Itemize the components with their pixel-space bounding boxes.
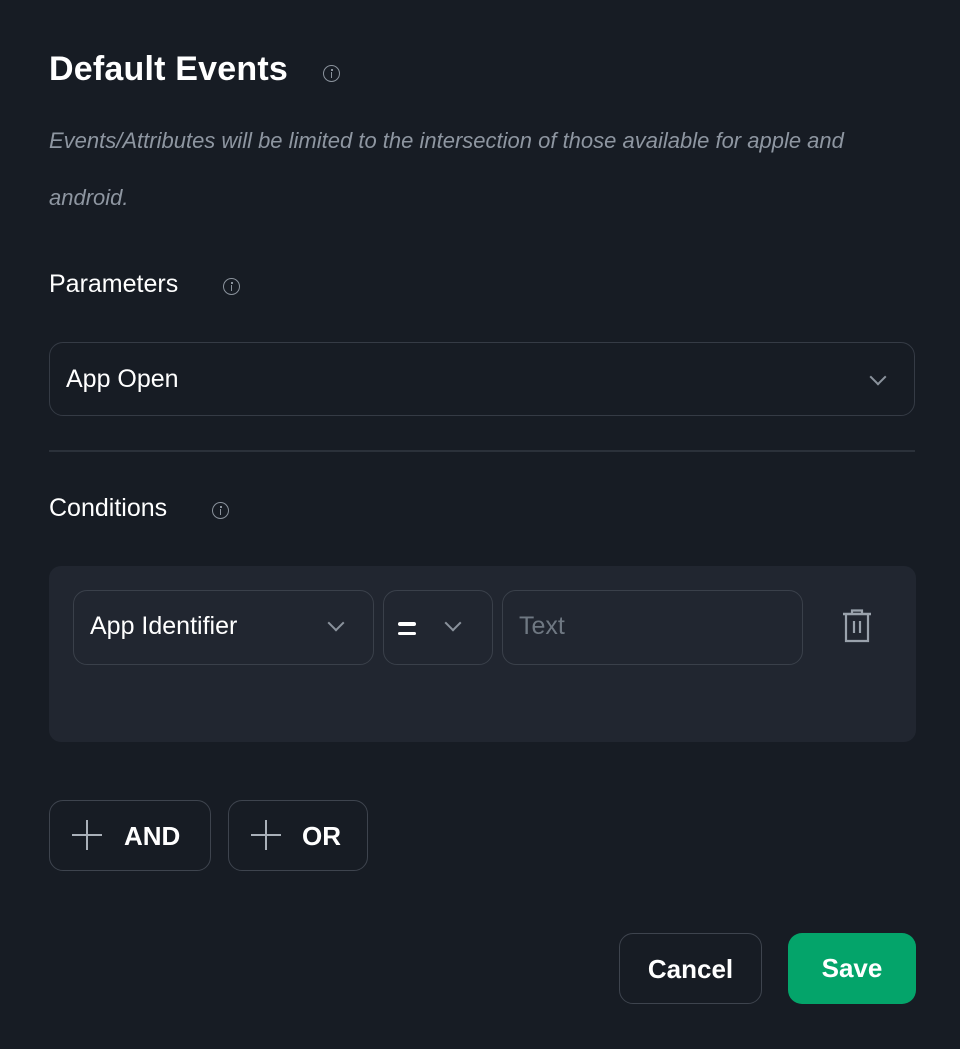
cancel-label: Cancel	[647, 954, 734, 984]
parameters-info-icon[interactable]	[223, 278, 240, 295]
add-and-button[interactable]: AND	[49, 800, 211, 871]
save-label: Save	[821, 953, 883, 983]
parameters-select[interactable]: App Open	[49, 342, 915, 416]
chevron-down-icon	[444, 614, 462, 632]
cancel-button[interactable]: Cancel	[619, 933, 762, 1004]
trash-icon[interactable]	[842, 609, 872, 643]
plus-icon	[251, 820, 281, 850]
title-info-icon[interactable]	[323, 65, 340, 82]
attribute-select-value: App Identifier	[90, 612, 238, 640]
condition-row: App Identifier Text	[49, 566, 916, 742]
save-button[interactable]: Save	[788, 933, 916, 1004]
attribute-select[interactable]: App Identifier	[73, 590, 374, 665]
parameters-label: Parameters	[49, 270, 179, 298]
page-title-text: Default Events	[49, 50, 288, 88]
value-input-placeholder: Text	[519, 612, 565, 640]
chevron-down-icon	[869, 368, 887, 386]
section-divider	[49, 450, 915, 452]
conditions-label: Conditions	[49, 494, 168, 522]
add-or-button[interactable]: OR	[228, 800, 368, 871]
add-or-label: OR	[302, 821, 341, 851]
parameters-select-value: App Open	[66, 365, 179, 393]
plus-icon	[72, 820, 102, 850]
value-input[interactable]: Text	[502, 590, 803, 665]
page-title: Default Events	[49, 50, 288, 89]
conditions-info-icon[interactable]	[212, 502, 229, 519]
equals-icon	[398, 622, 416, 641]
operator-select[interactable]	[383, 590, 493, 665]
add-and-label: AND	[124, 821, 181, 851]
description-text: Events/Attributes will be limited to the…	[49, 128, 844, 210]
chevron-down-icon	[327, 614, 345, 632]
